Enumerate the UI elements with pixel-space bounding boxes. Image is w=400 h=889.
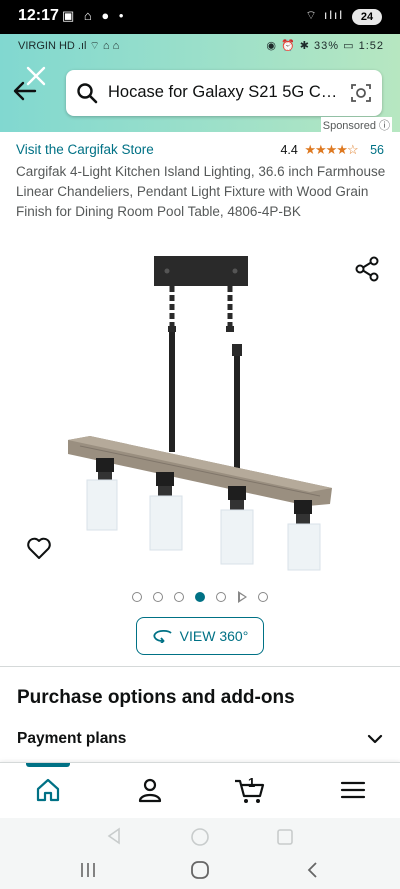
purchase-options-heading: Purchase options and add-ons: [17, 687, 295, 708]
rating-value: 4.4: [280, 143, 298, 157]
carrier-label: VIRGIN HD .ıl ⌔ ⌂ ⌂: [18, 40, 120, 52]
bottom-navigation: 1: [0, 762, 400, 819]
product-image[interactable]: [60, 248, 345, 573]
wishlist-heart-icon[interactable]: [26, 536, 52, 560]
search-input[interactable]: Hocase for Galaxy S21 5G Case...: [108, 83, 340, 102]
rating-stars-icon: ★★★★☆: [304, 142, 358, 157]
phone-status-bar: 12:17 ▣ ⌂ ● • ⌔ ılıl 24: [0, 0, 400, 34]
section-divider: [0, 666, 400, 667]
signal-icons: ⌔ ılıl: [305, 8, 344, 22]
battery-icon: 24: [352, 9, 382, 25]
menu-icon[interactable]: [338, 775, 368, 805]
status-time: 12:17: [18, 7, 59, 24]
recents-icon[interactable]: [78, 860, 98, 880]
inner-status-bar: VIRGIN HD .ıl ⌔ ⌂ ⌂ ◉ ⏰ ✱ 33% ▭ 1:52: [0, 34, 400, 56]
carousel-dot[interactable]: [132, 592, 142, 602]
inner-home-icon[interactable]: [189, 826, 211, 848]
payment-plans-label: Payment plans: [17, 730, 127, 747]
system-back-icon[interactable]: [303, 860, 323, 880]
notification-icons: ▣ ⌂ ● •: [62, 8, 127, 23]
account-icon[interactable]: [135, 775, 165, 805]
nav-active-indicator: [26, 763, 70, 767]
sponsored-label[interactable]: Sponsored ⓘ: [320, 117, 392, 133]
image-carousel-dots[interactable]: [128, 590, 276, 604]
inner-system-nav: [0, 818, 400, 852]
home-icon[interactable]: [33, 775, 63, 805]
carousel-dot[interactable]: [153, 592, 163, 602]
share-icon[interactable]: [354, 256, 380, 282]
rating-summary[interactable]: 4.4 ★★★★☆ 56: [280, 142, 384, 158]
cart-count: 1: [248, 775, 256, 790]
back-arrow-icon[interactable]: [12, 78, 38, 104]
search-icon: [77, 83, 98, 104]
store-link[interactable]: Visit the Cargifak Store: [16, 142, 154, 157]
inner-recents-icon[interactable]: [275, 827, 295, 847]
search-bar[interactable]: Hocase for Galaxy S21 5G Case...: [66, 70, 382, 116]
rating-count[interactable]: 56: [370, 143, 384, 157]
rotate-360-icon: [153, 629, 172, 643]
cart-button[interactable]: 1: [233, 775, 267, 805]
video-play-icon[interactable]: [238, 591, 247, 603]
view-360-button[interactable]: VIEW 360°: [136, 617, 264, 655]
product-title: Cargifak 4-Light Kitchen Island Lighting…: [16, 164, 386, 219]
camera-search-icon[interactable]: [350, 82, 372, 104]
inner-back-icon[interactable]: [104, 826, 124, 846]
carousel-dot[interactable]: [258, 592, 268, 602]
carousel-dot[interactable]: [174, 592, 184, 602]
phone-system-nav: [0, 852, 400, 889]
payment-plans-row[interactable]: Payment plans: [17, 730, 384, 754]
inner-status-right: ◉ ⏰ ✱ 33% ▭ 1:52: [266, 40, 384, 52]
chevron-down-icon[interactable]: [366, 730, 384, 748]
carousel-dot[interactable]: [216, 592, 226, 602]
home-button-icon[interactable]: [189, 859, 211, 881]
view-360-label: VIEW 360°: [179, 628, 249, 644]
carousel-dot-active[interactable]: [195, 592, 205, 602]
